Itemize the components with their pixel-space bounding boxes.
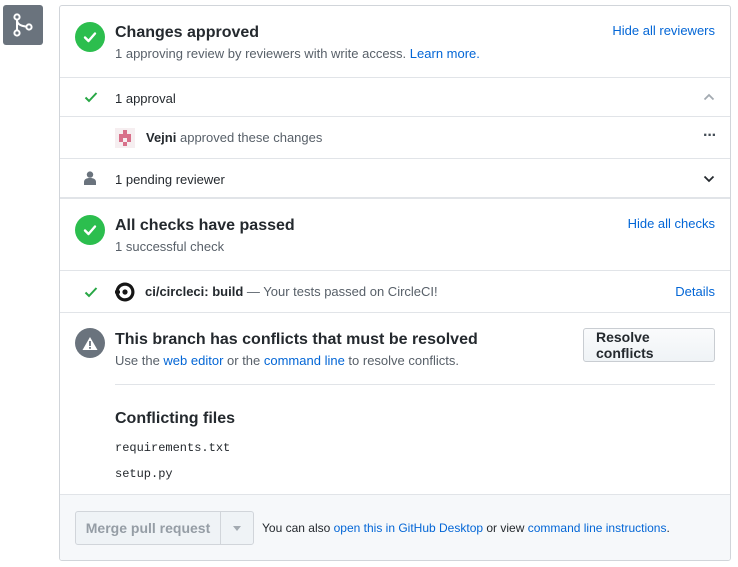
footer-or-view: or view bbox=[483, 521, 528, 535]
approved-title: Changes approved bbox=[115, 24, 260, 41]
approved-status-icon bbox=[75, 22, 105, 52]
check-row: ci/circleci: build — Your tests passed o… bbox=[60, 271, 730, 313]
caret-down-icon bbox=[233, 525, 241, 531]
conflicts-to-resolve: to resolve conflicts. bbox=[344, 353, 459, 368]
command-line-instructions-link[interactable]: command line instructions bbox=[528, 521, 667, 535]
check-description: — Your tests passed on CircleCI! bbox=[243, 284, 438, 299]
checks-title: All checks have passed bbox=[115, 217, 295, 234]
hide-all-reviewers-link[interactable]: Hide all reviewers bbox=[612, 23, 715, 38]
conflicts-title: This branch has conflicts that must be r… bbox=[115, 331, 478, 348]
pending-count: 1 pending reviewer bbox=[115, 172, 225, 187]
conflicts-divider bbox=[115, 384, 715, 385]
check-icon bbox=[84, 287, 98, 298]
approved-subtitle: 1 approving review by reviewers with wri… bbox=[115, 46, 480, 61]
check-details-link[interactable]: Details bbox=[675, 284, 715, 299]
check-name: ci/circleci: build bbox=[145, 284, 244, 299]
conflicting-files-heading: Conflicting files bbox=[115, 410, 235, 427]
resolve-conflicts-button[interactable]: Resolve conflicts bbox=[583, 328, 715, 362]
checks-status-icon bbox=[75, 215, 105, 245]
conflicts-use-the: Use the bbox=[115, 353, 164, 368]
conflict-status-icon bbox=[75, 328, 105, 358]
approval-group-header[interactable]: 1 approval bbox=[60, 78, 730, 117]
command-line-link[interactable]: command line bbox=[264, 353, 345, 368]
check-line: ci/circleci: build — Your tests passed o… bbox=[145, 284, 438, 299]
checks-subtitle: 1 successful check bbox=[115, 239, 225, 254]
footer-hint: You can also open this in GitHub Desktop… bbox=[262, 521, 670, 535]
web-editor-link[interactable]: web editor bbox=[163, 353, 223, 368]
merge-method-dropdown[interactable] bbox=[221, 512, 253, 544]
alert-icon bbox=[82, 336, 98, 350]
reviewer-row: Vejni approved these changes ··· bbox=[60, 117, 730, 159]
chevron-down-icon[interactable] bbox=[703, 175, 715, 183]
reviewer-line: Vejni approved these changes bbox=[146, 130, 322, 145]
identicon-avatar bbox=[115, 128, 135, 148]
approved-subtitle-text: 1 approving review by reviewers with wri… bbox=[115, 46, 407, 61]
checks-summary: All checks have passed 1 successful chec… bbox=[60, 199, 730, 271]
reviewer-name[interactable]: Vejni bbox=[146, 130, 176, 145]
merge-button-group: Merge pull request bbox=[75, 511, 254, 545]
chevron-up-icon[interactable] bbox=[703, 93, 715, 101]
conflicts-or-the: or the bbox=[223, 353, 264, 368]
reviewer-action: approved these changes bbox=[179, 130, 323, 145]
pending-group-header[interactable]: 1 pending reviewer bbox=[60, 159, 730, 199]
git-merge-badge bbox=[3, 5, 43, 45]
footer-you-can-also: You can also bbox=[262, 521, 334, 535]
github-desktop-link[interactable]: open this in GitHub Desktop bbox=[334, 521, 483, 535]
conflicts-subtitle: Use the web editor or the command line t… bbox=[115, 353, 459, 368]
merge-footer: Merge pull request You can also open thi… bbox=[60, 494, 730, 560]
learn-more-link[interactable]: Learn more. bbox=[410, 46, 480, 61]
footer-period: . bbox=[666, 521, 670, 535]
conflicting-file: setup.py bbox=[115, 467, 173, 481]
circleci-logo-icon bbox=[115, 282, 135, 302]
approval-count: 1 approval bbox=[115, 91, 176, 106]
merge-pull-request-button[interactable]: Merge pull request bbox=[76, 512, 221, 544]
git-merge-icon bbox=[13, 13, 33, 37]
hide-all-checks-link[interactable]: Hide all checks bbox=[628, 216, 715, 231]
check-icon bbox=[84, 92, 98, 103]
reviews-summary: Changes approved 1 approving review by r… bbox=[60, 6, 730, 78]
more-options-icon[interactable]: ··· bbox=[703, 127, 717, 145]
conflicts-section: This branch has conflicts that must be r… bbox=[60, 313, 730, 496]
merge-status-panel: Changes approved 1 approving review by r… bbox=[59, 5, 731, 561]
conflicting-file: requirements.txt bbox=[115, 441, 231, 455]
person-icon bbox=[84, 171, 96, 185]
